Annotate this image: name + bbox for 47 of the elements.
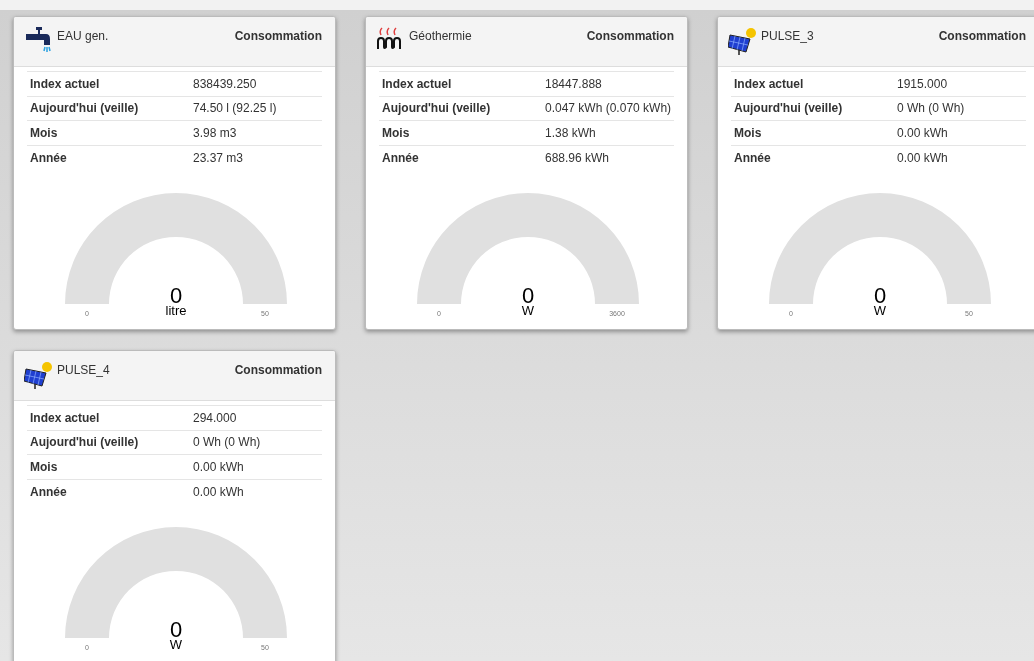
gauge-unit: litre	[165, 303, 186, 318]
row-value: 0.00 kWh	[897, 124, 948, 142]
row-value: 3.98 m3	[193, 124, 237, 142]
row-value: 18447.888	[545, 75, 602, 93]
row-value: 1915.000	[897, 75, 948, 93]
row-value: 1.38 kWh	[545, 124, 596, 142]
row-label: Aujourd'hui (veille)	[733, 100, 844, 118]
row-label: Index actuel	[29, 409, 101, 427]
card-title: EAU gen.	[57, 28, 109, 45]
solar-panel-icon	[728, 25, 758, 55]
row-label: Aujourd'hui (veille)	[29, 100, 140, 118]
row-value: 0.00 kWh	[193, 483, 244, 501]
row-label: Année	[733, 149, 772, 167]
row-value: 0 Wh (0 Wh)	[897, 100, 965, 118]
faucet-icon	[24, 25, 54, 55]
row-value: 23.37 m3	[193, 149, 244, 167]
row-label: Mois	[29, 458, 59, 476]
row-value: 0.00 kWh	[897, 149, 948, 167]
card-header-label: Consommation	[234, 28, 323, 45]
card-title: Géothermie	[409, 28, 472, 45]
row-label: Année	[29, 149, 68, 167]
row-value: 294.000	[193, 409, 237, 427]
card-title: PULSE_4	[57, 362, 110, 379]
row-value: 0.047 kWh (0.070 kWh)	[545, 100, 672, 118]
row-value: 0 Wh (0 Wh)	[193, 434, 261, 452]
row-value: 688.96 kWh	[545, 149, 610, 167]
card-header-label: Consommation	[938, 28, 1027, 45]
gauge-unit: W	[521, 303, 534, 318]
row-label: Index actuel	[29, 75, 101, 93]
row-label: Année	[381, 149, 420, 167]
row-label: Index actuel	[733, 75, 805, 93]
row-label: Année	[29, 483, 68, 501]
row-label: Aujourd'hui (veille)	[29, 434, 140, 452]
row-value: 74.50 l (92.25 l)	[193, 100, 277, 118]
row-value: 838439.250	[193, 75, 257, 93]
row-label: Mois	[733, 124, 763, 142]
card-title: PULSE_3	[761, 28, 814, 45]
row-label: Mois	[29, 124, 59, 142]
row-label: Mois	[381, 124, 411, 142]
row-value: 0.00 kWh	[193, 458, 244, 476]
card-header-label: Consommation	[234, 362, 323, 379]
row-label: Index actuel	[381, 75, 453, 93]
gauge-unit: W	[169, 637, 182, 652]
row-label: Aujourd'hui (veille)	[381, 100, 492, 118]
card-header-label: Consommation	[586, 28, 675, 45]
solar-panel-icon	[24, 359, 54, 389]
gauge-unit: W	[873, 303, 886, 318]
